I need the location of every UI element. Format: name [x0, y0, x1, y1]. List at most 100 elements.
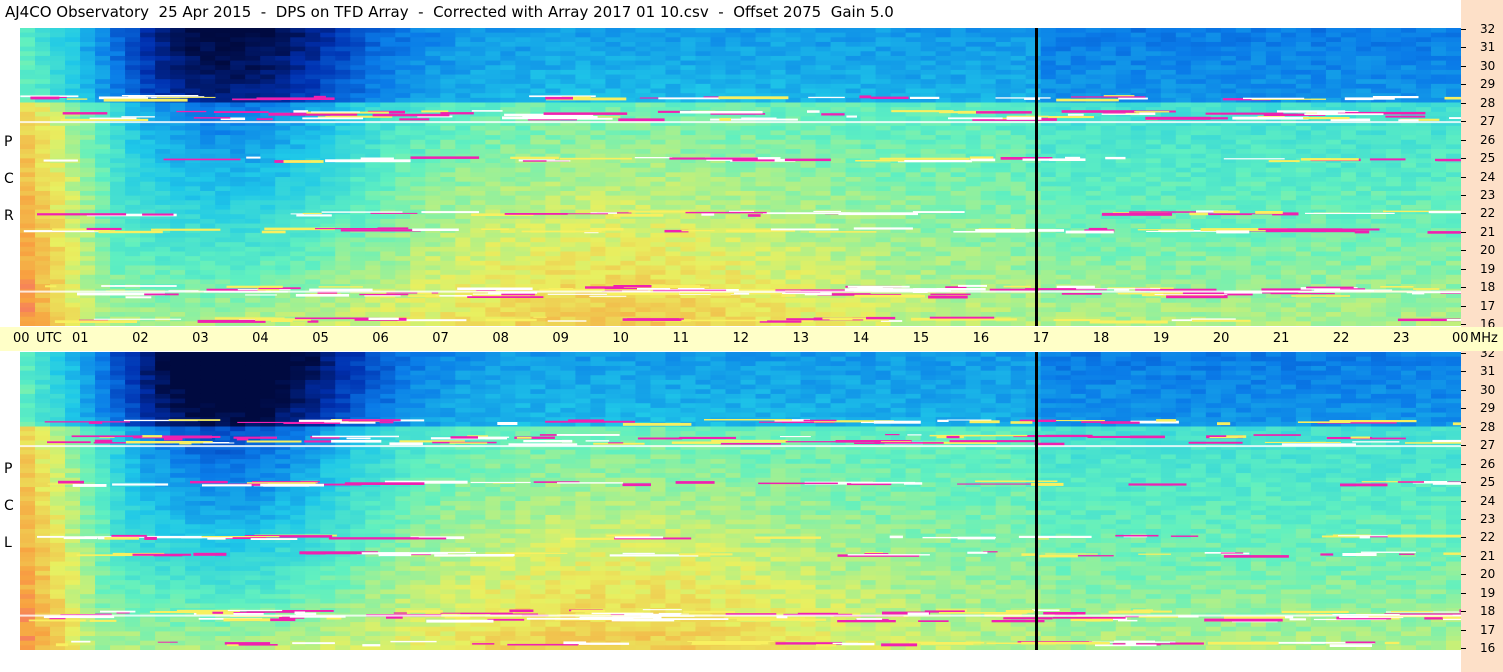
spectrogram-cell	[395, 69, 411, 76]
spectrogram-cell	[950, 265, 967, 271]
spectrogram-cell	[290, 135, 306, 141]
spectrogram-cell	[260, 28, 276, 34]
spectrogram-cell	[1220, 232, 1237, 239]
spectrogram-cell	[1175, 167, 1192, 173]
spectrogram-cell	[1250, 218, 1267, 225]
spectrogram-cell	[80, 88, 96, 94]
spectrogram-cell	[1070, 125, 1087, 132]
spectrogram-cell	[1325, 242, 1342, 248]
spectrogram-cell	[815, 149, 832, 155]
spectrogram-cell	[1355, 177, 1372, 183]
spectrogram-cell	[605, 190, 622, 197]
spectrogram-cell	[860, 102, 877, 108]
spectrogram-cell	[170, 195, 186, 201]
spectrogram-cell	[305, 28, 321, 34]
spectrogram-cell	[1100, 55, 1117, 62]
spectrogram-cell	[1310, 214, 1327, 220]
spectrogram-cell	[710, 37, 727, 43]
spectrogram-cell	[920, 149, 937, 155]
spectrogram-cell	[215, 149, 231, 155]
spectrogram-cell	[1055, 218, 1072, 225]
spectrogram-cell	[650, 135, 667, 141]
spectrogram-cell	[110, 46, 126, 52]
spectrogram-cell	[1415, 46, 1432, 52]
spectrogram-cell	[650, 167, 667, 173]
spectrogram-cell	[335, 139, 351, 146]
spectrogram-cell	[920, 195, 937, 201]
spectrogram-cell	[1325, 232, 1342, 239]
spectrogram-cell	[1205, 251, 1222, 257]
spectrogram-cell	[1205, 172, 1222, 178]
spectrogram-cell	[1085, 32, 1102, 38]
spectrogram-cell	[1280, 177, 1297, 183]
spectrogram-cell	[110, 195, 126, 201]
spectrogram-cell	[1250, 125, 1267, 132]
spectrogram-cell	[845, 51, 862, 57]
spectrogram-cell	[1250, 93, 1267, 99]
spectrogram-cell	[1325, 223, 1342, 229]
spectrogram-cell	[845, 190, 862, 197]
spectrogram-cell	[1325, 97, 1342, 104]
spectrogram-cell	[725, 204, 742, 211]
spectrogram-cell	[275, 65, 291, 71]
spectrogram-cell	[1250, 195, 1267, 201]
spectrogram-cell	[1085, 214, 1102, 220]
spectrogram-cell	[1310, 209, 1327, 215]
spectrogram-cell	[1415, 83, 1432, 90]
spectrogram-cell	[290, 153, 306, 159]
spectrogram-cell	[1355, 149, 1372, 155]
spectrogram-cell	[155, 186, 171, 192]
spectrogram-cell	[1415, 200, 1432, 206]
spectrogram-cell	[695, 46, 712, 52]
spectrogram-cell	[1355, 55, 1372, 62]
spectrogram-cell	[965, 204, 982, 211]
spectrogram-cell	[1160, 60, 1177, 66]
spectrogram-cell	[695, 190, 712, 197]
spectrogram-cell	[200, 218, 216, 225]
spectrogram-cell	[1100, 46, 1117, 52]
spectrogram-cell	[110, 204, 126, 211]
spectrogram-cell	[470, 135, 486, 141]
spectrogram-cell	[455, 83, 471, 90]
spectrogram-cell	[950, 214, 967, 220]
spectrogram-cell	[320, 153, 336, 159]
spectrogram-cell	[830, 116, 847, 122]
spectrogram-cell	[80, 265, 96, 271]
spectrogram-cell	[1145, 51, 1162, 57]
spectrogram-cell	[350, 172, 366, 178]
spectrogram-cell	[605, 74, 622, 80]
spectrogram-cell	[755, 83, 772, 90]
spectrogram-cell	[350, 237, 366, 243]
spectrogram-cell	[155, 223, 171, 229]
spectrogram-cell	[155, 172, 171, 178]
spectrogram-cell	[245, 218, 261, 225]
spectrogram-cell	[1175, 37, 1192, 43]
spectrogram-cell	[1190, 130, 1207, 136]
spectrogram-cell	[365, 167, 381, 173]
spectrogram-cell	[785, 256, 802, 262]
spectrogram-cell	[755, 246, 772, 253]
spectrogram-cell	[395, 65, 411, 71]
spectrogram-cell	[1310, 204, 1327, 211]
spectrogram-cell	[1220, 125, 1237, 132]
spectrogram-cell	[515, 218, 531, 225]
spectrogram-cell	[845, 195, 862, 201]
spectrogram-cell	[1415, 251, 1432, 257]
spectrogram-cell	[80, 135, 96, 141]
spectrogram-cell	[785, 172, 802, 178]
spectrogram-cell	[110, 237, 126, 243]
spectrogram-cell	[800, 163, 817, 169]
spectrogram-cell	[200, 195, 216, 201]
spectrogram-cell	[560, 41, 576, 48]
spectrogram-cell	[485, 190, 501, 197]
spectrogram-cell	[50, 232, 66, 239]
spectrogram-cell	[1325, 28, 1342, 34]
spectrogram-cell	[515, 46, 531, 52]
spectrogram-cell	[1085, 130, 1102, 136]
spectrogram-cell	[1385, 125, 1402, 132]
spectrogram-cell	[335, 97, 351, 104]
spectrogram-cell	[275, 209, 291, 215]
spectrogram-cell	[935, 74, 952, 80]
spectrogram-cell	[740, 41, 757, 48]
spectrogram-cell	[1340, 32, 1357, 38]
